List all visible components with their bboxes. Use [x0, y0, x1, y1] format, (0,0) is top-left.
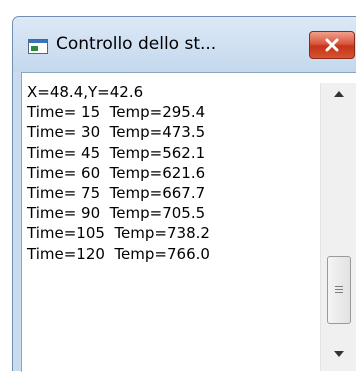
console-line: Time=105 Temp=738.2 — [27, 224, 210, 243]
console-output: X=48.4,Y=42.6 Time= 15 Temp=295.4 Time= … — [27, 82, 210, 264]
scroll-down-button[interactable] — [321, 345, 356, 363]
console-line: Time= 30 Temp=473.5 — [27, 123, 206, 142]
scroll-up-button[interactable] — [321, 85, 356, 103]
scroll-down-arrow-icon — [334, 351, 344, 357]
scroll-up-arrow-icon — [334, 91, 344, 97]
console-line: Time= 60 Temp=621.6 — [27, 163, 206, 182]
close-icon — [325, 38, 339, 52]
window-title: Controllo dello st... — [56, 34, 217, 54]
console-line: Time= 45 Temp=562.1 — [27, 143, 206, 162]
console-line: Time= 90 Temp=705.5 — [27, 204, 206, 223]
console-text-area[interactable]: X=48.4,Y=42.6 Time= 15 Temp=295.4 Time= … — [21, 72, 356, 372]
console-line: Time=120 Temp=766.0 — [27, 244, 210, 263]
thumb-grip-line — [335, 289, 343, 290]
console-line: X=48.4,Y=42.6 — [27, 83, 144, 101]
thumb-grip-line — [335, 292, 343, 293]
console-line: Time= 75 Temp=667.7 — [27, 184, 206, 203]
app-window-icon — [28, 39, 48, 54]
scrollbar-thumb[interactable] — [327, 256, 351, 324]
app-window: Controllo dello st... X=48.4,Y=42.6 Time… — [12, 16, 356, 372]
close-button[interactable] — [309, 31, 355, 59]
title-bar[interactable]: Controllo dello st... — [13, 17, 356, 72]
thumb-grip-line — [335, 286, 343, 287]
vertical-scrollbar[interactable] — [320, 83, 356, 371]
console-line: Time= 15 Temp=295.4 — [27, 103, 206, 122]
